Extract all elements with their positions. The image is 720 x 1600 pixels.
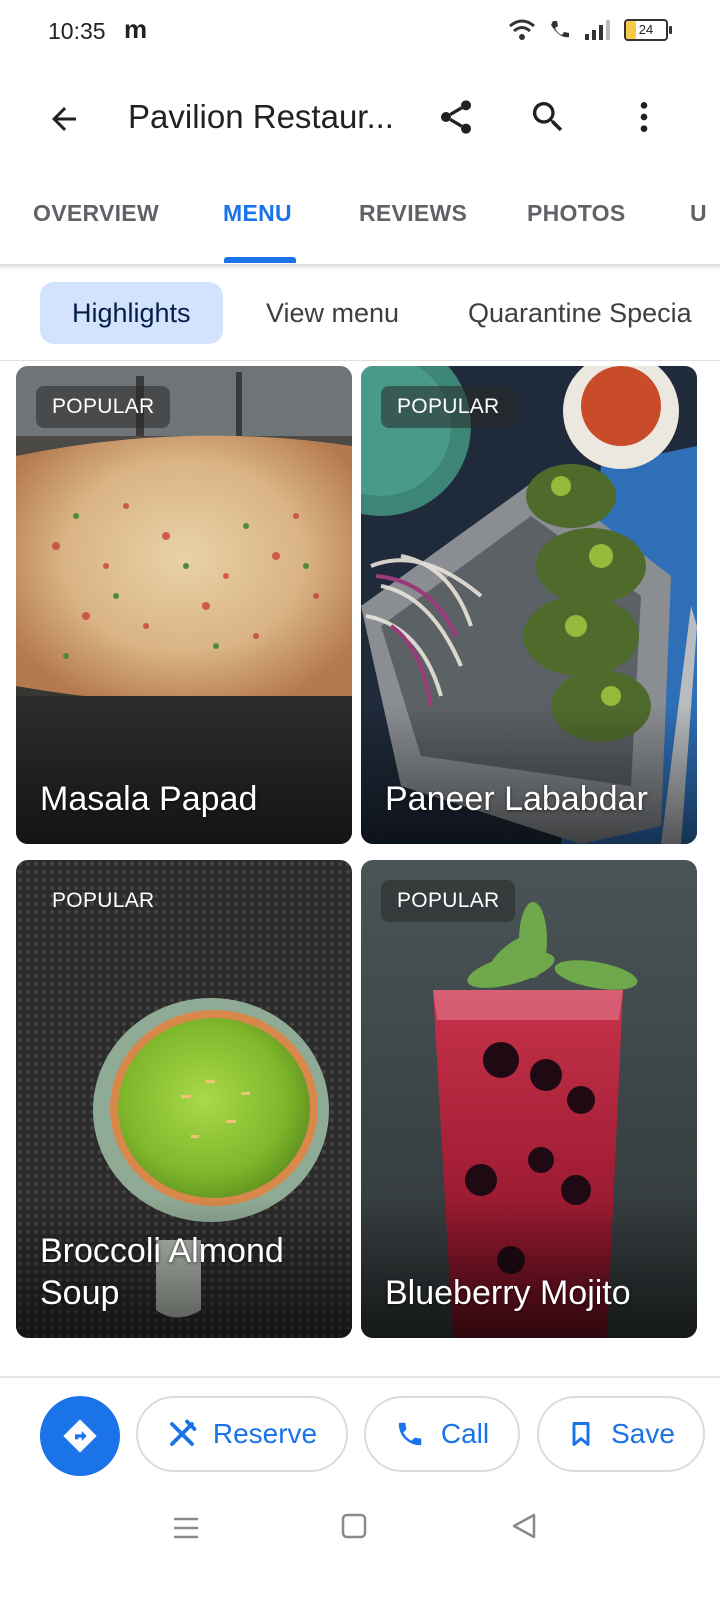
menu-item-name: Paneer Lababdar [385, 780, 648, 818]
search-icon[interactable] [520, 89, 576, 145]
status-time: 10:35 [48, 18, 106, 44]
chip-view-menu[interactable]: View menu [266, 282, 399, 344]
page-title: Pavilion Restaur... [128, 98, 394, 135]
save-label: Save [611, 1418, 675, 1449]
app-indicator-icon: m [124, 14, 148, 44]
active-tab-indicator [224, 257, 296, 263]
reserve-utensils-icon [169, 1419, 197, 1446]
back-arrow-icon[interactable] [36, 91, 92, 147]
popular-badge: POPULAR [381, 386, 516, 428]
bookmark-icon [572, 1422, 590, 1446]
wifi-icon [509, 19, 535, 40]
menu-filter-chips: Highlights View menu Quarantine Specia [0, 278, 720, 361]
menu-item-card[interactable]: POPULAR Blueberry Mojito [361, 860, 697, 1338]
popular-badge: POPULAR [381, 880, 516, 922]
tab-bar: OVERVIEW MENU REVIEWS PHOTOS U [0, 186, 720, 265]
phone-icon [398, 1422, 422, 1446]
directions-icon [63, 1419, 97, 1453]
system-nav-bar [0, 1500, 720, 1600]
call-button[interactable]: Call [364, 1396, 520, 1472]
tab-updates[interactable]: U [690, 200, 707, 227]
share-icon[interactable] [428, 89, 484, 145]
menu-item-card[interactable]: POPULAR Broccoli Almond Soup [16, 860, 352, 1338]
reserve-label: Reserve [212, 1418, 318, 1449]
home-nav-icon[interactable] [340, 1512, 368, 1540]
menu-item-card[interactable]: POPULAR Paneer Lababdar [361, 366, 697, 844]
menu-item-card[interactable]: POPULAR Masala Papad [16, 366, 352, 844]
app-bar: Pavilion Restaur... [0, 80, 720, 158]
chip-quarantine-specials[interactable]: Quarantine Specia [468, 282, 692, 344]
menu-item-name: Broccoli Almond Soup [40, 1232, 284, 1312]
more-vert-icon[interactable] [616, 89, 672, 145]
chip-highlights[interactable]: Highlights [40, 282, 223, 344]
back-nav-icon[interactable] [510, 1512, 538, 1540]
menu-nav-icon[interactable] [172, 1514, 200, 1542]
tab-overview[interactable]: OVERVIEW [33, 200, 159, 227]
popular-badge: POPULAR [36, 386, 171, 428]
reserve-button[interactable]: Reserve [136, 1396, 348, 1472]
status-bar: 10:35 m 24 [0, 0, 720, 64]
wifi-call-icon [551, 21, 569, 38]
directions-button[interactable] [40, 1396, 120, 1476]
call-label: Call [440, 1418, 490, 1449]
tab-reviews[interactable]: REVIEWS [359, 200, 467, 227]
signal-icon [585, 20, 610, 40]
save-button[interactable]: Save [537, 1396, 705, 1472]
tab-menu[interactable]: MENU [223, 200, 292, 227]
menu-item-name: Blueberry Mojito [385, 1274, 631, 1312]
tab-photos[interactable]: PHOTOS [527, 200, 626, 227]
popular-badge: POPULAR [52, 889, 155, 912]
battery-icon: 24 [624, 19, 672, 41]
menu-item-name: Masala Papad [40, 780, 258, 818]
